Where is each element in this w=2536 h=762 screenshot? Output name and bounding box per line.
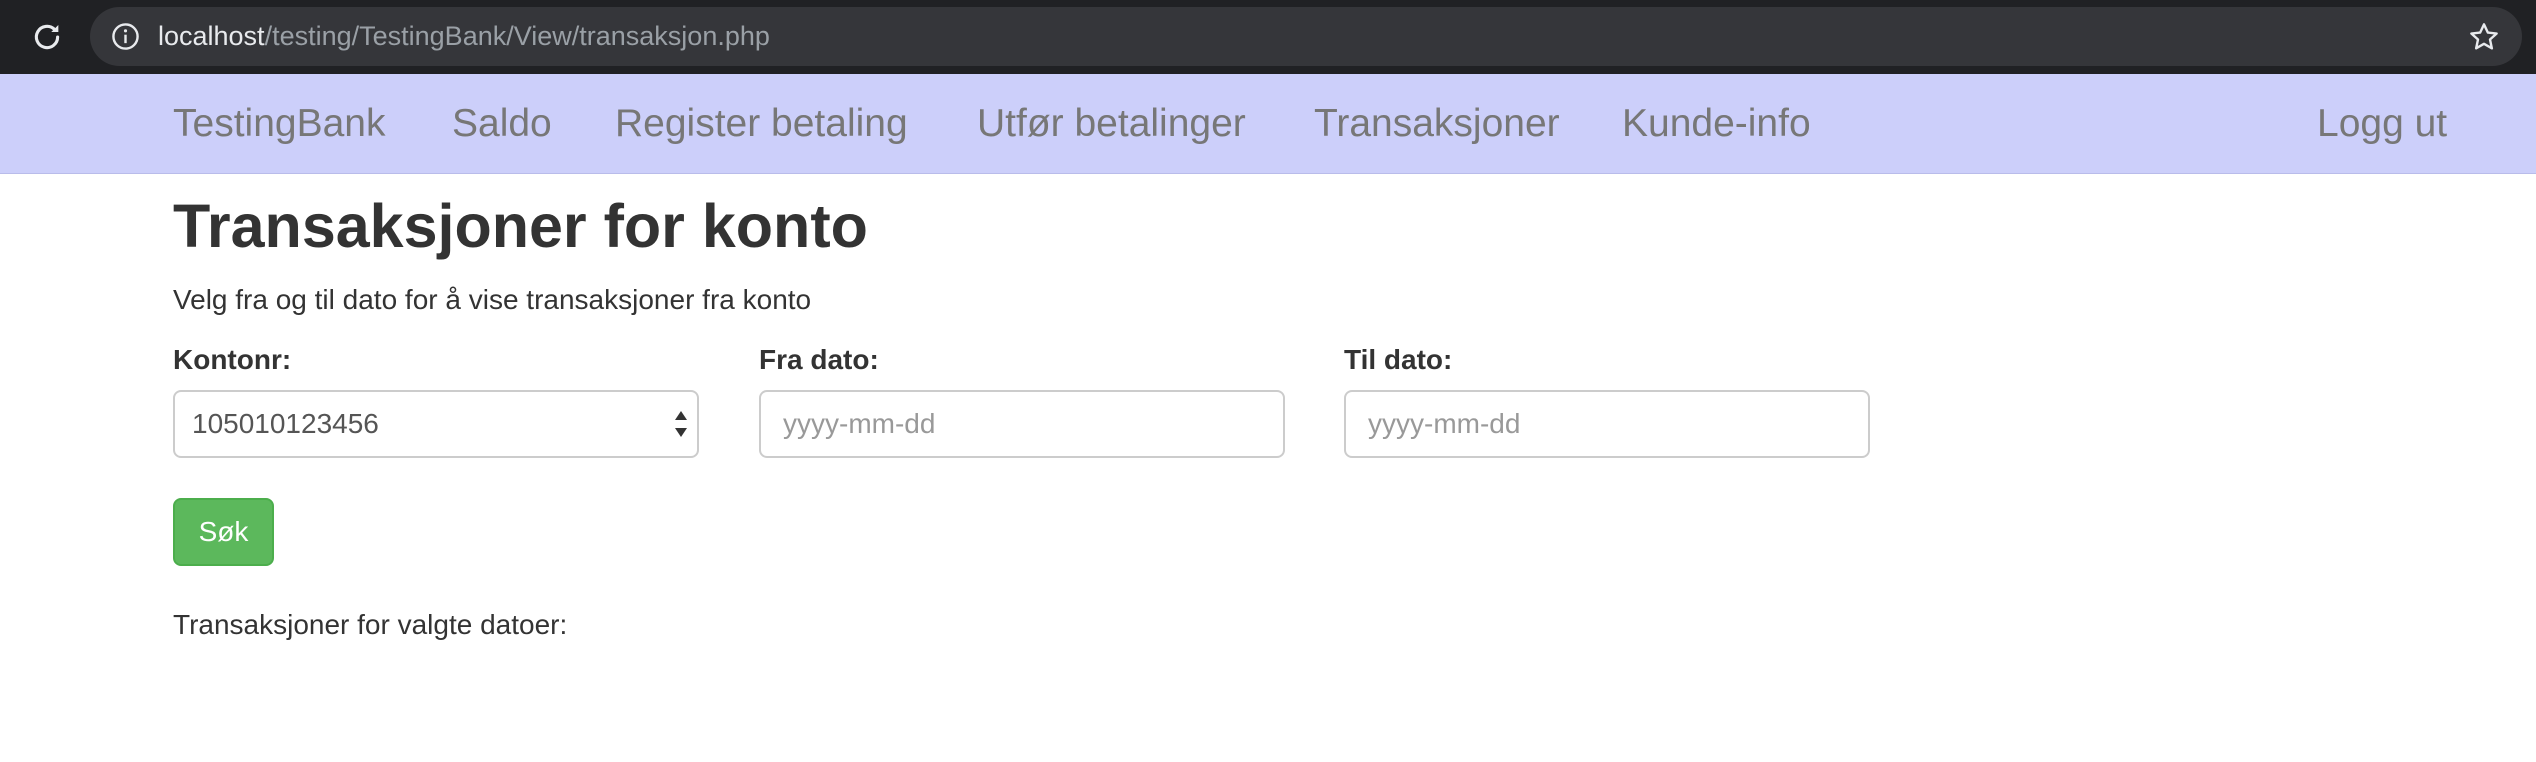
search-button[interactable]: Søk — [173, 498, 274, 566]
select-arrows-icon — [673, 409, 689, 439]
reload-icon[interactable] — [28, 18, 66, 56]
star-icon[interactable] — [2466, 19, 2502, 55]
account-label: Kontonr: — [173, 344, 292, 375]
nav-item-transaksjoner[interactable]: Transaksjoner — [1314, 74, 1560, 174]
url-text[interactable]: localhost/testing/TestingBank/View/trans… — [158, 7, 770, 66]
from-date-input[interactable] — [759, 390, 1285, 458]
results-label: Transaksjoner for valgte datoer: — [173, 609, 568, 640]
from-date-label: Fra dato: — [759, 344, 879, 375]
browser-toolbar: localhost/testing/TestingBank/View/trans… — [0, 0, 2536, 74]
brand-link[interactable]: TestingBank — [173, 74, 385, 174]
account-select[interactable]: 105010123456 — [173, 390, 699, 458]
intro-text: Velg fra og til dato for å vise transaks… — [173, 284, 812, 315]
page-title: Transaksjoner for konto — [173, 192, 868, 260]
address-bar[interactable]: localhost/testing/TestingBank/View/trans… — [90, 7, 2522, 66]
url-path: /testing/TestingBank/View/transaksjon.ph… — [264, 21, 770, 51]
url-host: localhost — [158, 21, 265, 51]
info-icon[interactable] — [110, 21, 141, 52]
main-navbar: TestingBank Saldo Register betaling Utfø… — [0, 74, 2536, 174]
nav-item-saldo[interactable]: Saldo — [452, 74, 552, 174]
to-date-input[interactable] — [1344, 390, 1870, 458]
logout-link[interactable]: Logg ut — [2317, 74, 2447, 174]
nav-item-kunde-info[interactable]: Kunde-info — [1622, 74, 1811, 174]
to-date-label: Til dato: — [1344, 344, 1453, 375]
nav-item-utfor-betalinger[interactable]: Utfør betalinger — [977, 74, 1246, 174]
account-select-value: 105010123456 — [192, 408, 379, 439]
nav-item-register-betaling[interactable]: Register betaling — [615, 74, 908, 174]
